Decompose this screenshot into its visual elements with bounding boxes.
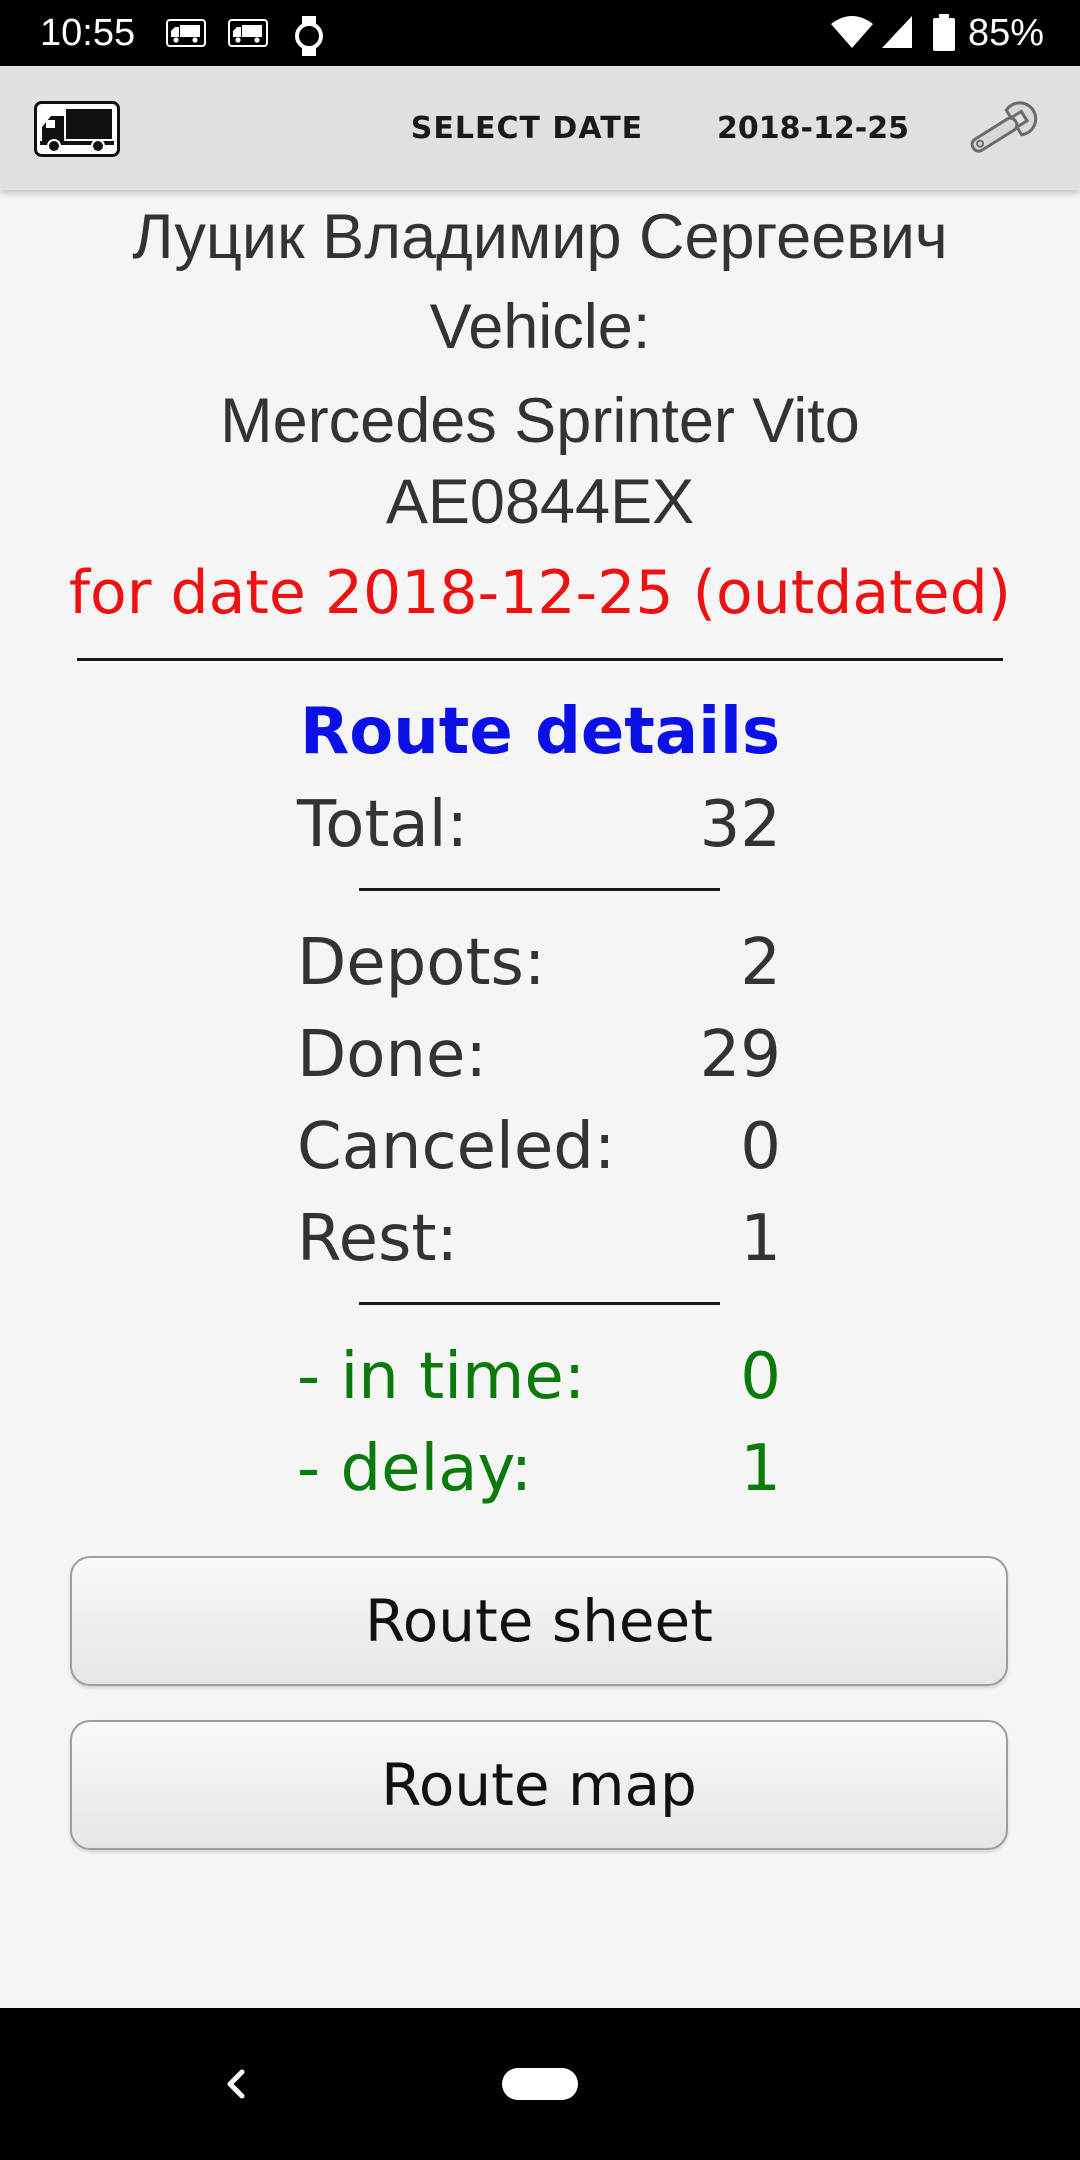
stat-value: 29: [699, 1018, 781, 1092]
app-screen: 10:55 85% SELECT DATE 2018-12-25 Луцик В…: [0, 0, 1080, 2160]
stat-value: 0: [740, 1340, 781, 1414]
divider: [359, 1302, 720, 1305]
stat-label: Depots:: [297, 926, 546, 1000]
stat-row-done: Done: 29: [297, 1014, 781, 1096]
watch-icon: [292, 16, 326, 56]
select-date-button[interactable]: SELECT DATE: [392, 104, 662, 154]
vehicle-label: Vehicle:: [429, 292, 651, 362]
divider: [77, 658, 1003, 661]
stat-row-canceled: Canceled: 0: [297, 1106, 781, 1188]
route-sheet-button[interactable]: Route sheet: [70, 1556, 1008, 1686]
route-map-button[interactable]: Route map: [70, 1720, 1008, 1850]
stat-row-delay: - delay: 1: [297, 1428, 781, 1510]
back-chevron-icon[interactable]: [206, 2054, 266, 2114]
route-map-label: Route map: [381, 1751, 697, 1819]
stat-label: Canceled:: [297, 1110, 616, 1184]
truck-notification-icon: [166, 16, 206, 50]
stat-label: - delay:: [297, 1432, 533, 1506]
battery-icon: [932, 14, 956, 56]
home-pill-icon[interactable]: [502, 2068, 578, 2100]
truck-notification-icon: [228, 16, 268, 50]
signal-icon: [880, 14, 914, 54]
app-toolbar: SELECT DATE 2018-12-25: [0, 66, 1080, 190]
stat-row-in-time: - in time: 0: [297, 1336, 781, 1418]
stat-value: 32: [699, 788, 781, 862]
wifi-icon: [830, 14, 874, 54]
vehicle-plate: AE0844EX: [385, 467, 695, 537]
divider: [359, 888, 720, 891]
stat-row-total: Total: 32: [297, 784, 781, 866]
stat-value: 1: [740, 1202, 781, 1276]
stat-row-rest: Rest: 1: [297, 1198, 781, 1280]
status-bar: 10:55 85%: [0, 0, 1080, 66]
toolbar-current-date: 2018-12-25: [717, 111, 909, 146]
truck-icon[interactable]: [34, 101, 120, 157]
stat-label: Done:: [297, 1018, 487, 1092]
stat-row-depots: Depots: 2: [297, 922, 781, 1004]
battery-percent: 85%: [968, 12, 1045, 54]
driver-name: Луцик Владимир Сергеевич: [132, 202, 948, 272]
wrench-icon[interactable]: [958, 96, 1044, 164]
stat-value: 1: [740, 1432, 781, 1506]
system-nav-bar: [0, 2008, 1080, 2160]
stat-value: 2: [740, 926, 781, 1000]
status-time: 10:55: [40, 12, 136, 54]
stat-label: Rest:: [297, 1202, 458, 1276]
route-sheet-label: Route sheet: [365, 1587, 713, 1655]
vehicle-name: Mercedes Sprinter Vito: [220, 386, 860, 456]
stat-label: Total:: [297, 788, 469, 862]
stat-label: - in time:: [297, 1340, 586, 1414]
outdated-date-notice: for date 2018-12-25 (outdated): [68, 558, 1012, 628]
stat-value: 0: [740, 1110, 781, 1184]
route-details-title: Route details: [299, 695, 781, 769]
